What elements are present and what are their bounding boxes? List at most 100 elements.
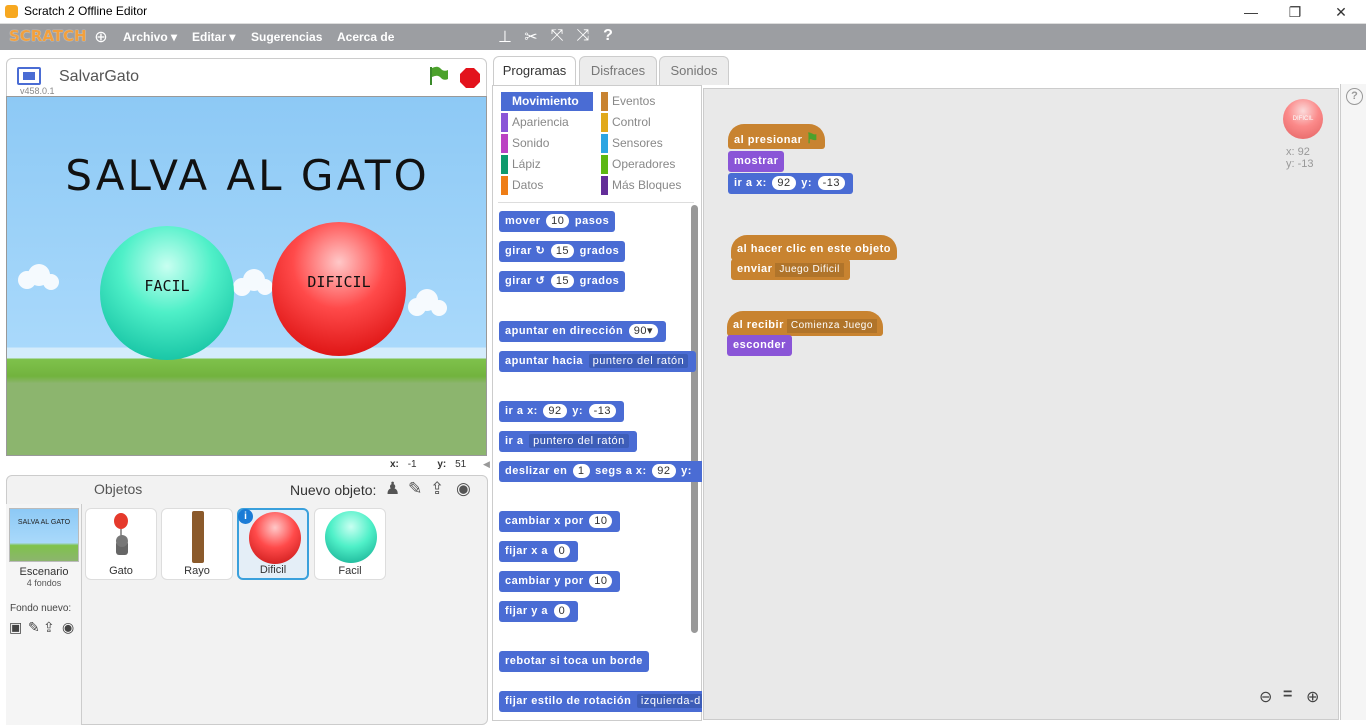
block-estilo-rotacion[interactable]: fijar estilo de rotación izquierda-d <box>499 691 702 712</box>
block-mover[interactable]: mover 10 pasos <box>499 211 616 232</box>
stage-canvas[interactable]: SALVA AL GATO FACIL DIFICIL <box>6 96 487 456</box>
stage-thumb-title: SALVA AL GATO <box>17 519 71 526</box>
fullscreen-icon[interactable] <box>17 67 41 85</box>
category-movimiento[interactable]: Movimiento <box>501 92 593 111</box>
new-object-label: Nuevo objeto: <box>290 482 377 498</box>
stage-thumbnail[interactable]: SALVA AL GATO <box>9 508 79 562</box>
category-eventos[interactable]: Eventos <box>601 92 693 111</box>
zoom-out-icon[interactable]: ⊖ <box>1259 687 1272 707</box>
collapse-arrow-icon[interactable]: ◀ <box>483 459 491 473</box>
flag-icon: ⚑ <box>805 130 819 146</box>
category-apariencia[interactable]: Apariencia <box>501 113 593 132</box>
sprite-thumb-gato[interactable]: Gato <box>85 508 157 580</box>
stage-label: Escenario <box>19 566 69 578</box>
block-fijar-x[interactable]: fijar x a 0 <box>499 541 579 562</box>
block-fijar-y[interactable]: fijar y a 0 <box>499 601 579 622</box>
block-ir-a[interactable]: ir a puntero del ratón <box>499 431 637 452</box>
sprite-label: Facil <box>338 565 362 577</box>
stage-header: SalvarGato v458.0.1 <box>6 58 487 96</box>
block-ir-a-xy[interactable]: ir a x: 92 y: -13 <box>499 401 624 422</box>
sprite-thumb-facil[interactable]: Facil <box>314 508 386 580</box>
y-label: y: <box>437 459 447 470</box>
block-apuntar-direccion[interactable]: apuntar en dirección 90▾ <box>499 321 667 342</box>
minimize-button[interactable]: — <box>1241 2 1261 22</box>
block-apuntar-hacia[interactable]: apuntar hacia puntero del ratón <box>499 351 697 372</box>
sprite-y-readout: y: -13 <box>1286 158 1314 170</box>
help-circle-icon[interactable]: ? <box>1346 88 1363 105</box>
duplicate-stamp-icon[interactable]: ⊥ <box>495 27 515 47</box>
sprite-thumb-rayo[interactable]: Rayo <box>161 508 233 580</box>
green-flag-icon[interactable] <box>427 65 449 87</box>
paint-sprite-icon[interactable]: ✎ <box>408 479 422 499</box>
upload-sprite-icon[interactable]: ⇪ <box>430 479 444 499</box>
block-al-recibir[interactable]: al recibir Comienza Juego <box>727 311 883 336</box>
scratch-logo[interactable]: SCRATCH <box>9 27 87 45</box>
zoom-in-icon[interactable]: ⊕ <box>1306 687 1319 707</box>
delete-scissors-icon[interactable]: ✂ <box>521 27 541 47</box>
maximize-button[interactable]: ❐ <box>1285 2 1305 22</box>
tab-sonidos[interactable]: Sonidos <box>659 56 729 85</box>
help-icon[interactable]: ? <box>598 27 618 45</box>
tab-programas[interactable]: Programas <box>493 56 576 86</box>
category-operadores[interactable]: Operadores <box>601 155 693 174</box>
y-value: 51 <box>455 459 467 470</box>
log-icon <box>192 511 204 563</box>
category-sonido[interactable]: Sonido <box>501 134 593 153</box>
category-msbloques[interactable]: Más Bloques <box>601 176 693 195</box>
backdrop-paint-icon[interactable]: ✎ <box>28 619 40 636</box>
red-ball-icon <box>249 512 301 564</box>
easy-button-sprite[interactable]: FACIL <box>100 226 234 360</box>
close-button[interactable]: ✕ <box>1331 2 1351 22</box>
block-girar-ccw[interactable]: girar ↺ 15 grados <box>499 271 626 292</box>
menu-sugerencias[interactable]: Sugerencias <box>251 30 322 44</box>
block-girar-cw[interactable]: girar ↻ 15 grados <box>499 241 626 262</box>
help-sidebar <box>1340 84 1366 720</box>
backdrop-upload-icon[interactable]: ⇪ <box>43 619 55 636</box>
block-mostrar[interactable]: mostrar <box>728 151 785 172</box>
sprite-thumb-dificil[interactable]: i Dificil <box>237 508 309 580</box>
version-label: v458.0.1 <box>20 86 55 96</box>
rotate-cw-icon: ↻ <box>535 245 546 257</box>
menu-archivo[interactable]: Archivo ▾ <box>123 30 177 44</box>
x-value: -1 <box>407 459 417 470</box>
choose-sprite-icon[interactable]: ♟ <box>385 479 400 499</box>
block-rebotar[interactable]: rebotar si toca un borde <box>499 651 649 672</box>
block-enviar[interactable]: enviar Juego Dificil <box>731 259 850 280</box>
block-al-presionar[interactable]: al presionar ⚑ <box>728 124 825 149</box>
block-esconder[interactable]: esconder <box>727 335 792 356</box>
stage-title: SALVA AL GATO <box>65 151 430 200</box>
current-sprite-thumb: DIFICIL <box>1283 99 1323 139</box>
sprite-label: Dificil <box>259 564 287 576</box>
grow-icon[interactable]: ⤧ <box>547 27 567 45</box>
category-lpiz[interactable]: Lápiz <box>501 155 593 174</box>
hard-button-sprite[interactable]: DIFICIL <box>272 222 406 356</box>
block-al-hacer-clic[interactable]: al hacer clic en este objeto <box>731 235 898 260</box>
block-cambiar-y[interactable]: cambiar y por 10 <box>499 571 621 592</box>
category-sensores[interactable]: Sensores <box>601 134 693 153</box>
green-ball-icon <box>325 511 377 563</box>
x-label: x: <box>390 459 399 470</box>
menu-editar[interactable]: Editar ▾ <box>192 30 235 44</box>
block-deslizar[interactable]: deslizar en 1 segs a x: 92 y: <box>499 461 702 482</box>
zoom-reset-icon[interactable]: = <box>1283 686 1292 704</box>
sprite-label: Gato <box>109 565 133 577</box>
info-icon[interactable]: i <box>238 509 253 524</box>
tab-disfraces[interactable]: Disfraces <box>579 56 657 85</box>
palette-scrollbar[interactable] <box>691 205 698 633</box>
backdrop-image-icon[interactable]: ▣ <box>9 619 22 636</box>
globe-icon[interactable]: ⊕ <box>91 27 111 47</box>
app-icon <box>5 5 18 18</box>
easy-label: FACIL <box>144 277 190 295</box>
category-control[interactable]: Control <box>601 113 693 132</box>
sprite-name[interactable]: SalvarGato <box>59 68 139 86</box>
category-datos[interactable]: Datos <box>501 176 593 195</box>
block-script-ir-a-xy[interactable]: ir a x: 92 y: -13 <box>728 173 853 194</box>
stop-icon[interactable] <box>459 67 481 89</box>
title-bar: Scratch 2 Offline Editor — ❐ ✕ <box>0 0 1366 24</box>
menu-acerca-de[interactable]: Acerca de <box>337 30 394 44</box>
block-cambiar-x[interactable]: cambiar x por 10 <box>499 511 621 532</box>
camera-sprite-icon[interactable]: ◉ <box>456 479 471 499</box>
backdrop-camera-icon[interactable]: ◉ <box>62 619 74 636</box>
cat-balloon-icon <box>114 513 128 555</box>
shrink-icon[interactable]: ⤨ <box>573 27 593 45</box>
